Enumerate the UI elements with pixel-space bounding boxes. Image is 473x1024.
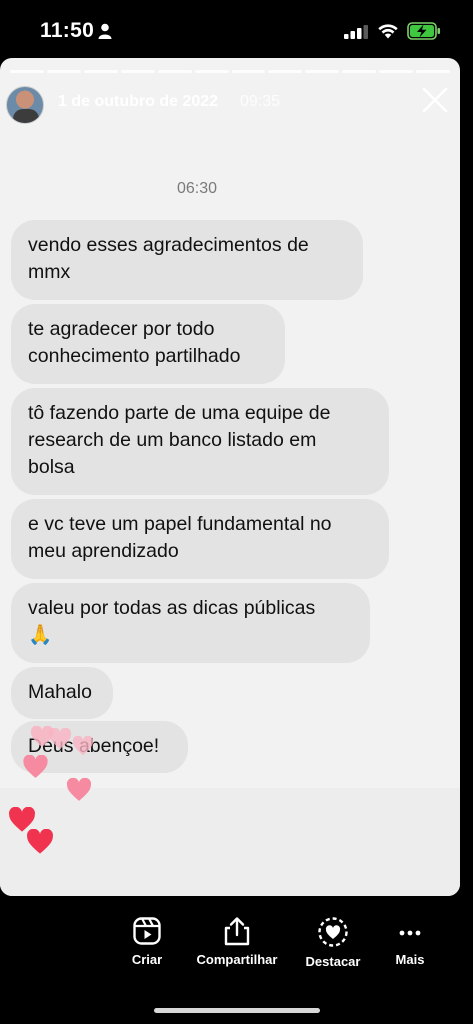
share-button[interactable]: Compartilhar xyxy=(192,916,282,967)
share-icon xyxy=(224,917,250,946)
message-bubble: e vc teve um papel fundamental no meu ap… xyxy=(11,499,389,579)
more-button[interactable]: Mais xyxy=(390,916,430,967)
message-bubble: valeu por todas as dicas públicas 🙏 xyxy=(11,583,370,663)
close-icon[interactable] xyxy=(421,86,449,114)
story-card: 1 de outubro de 2022 09:35 06:30 vendo e… xyxy=(0,58,460,896)
more-icon xyxy=(399,930,421,936)
story-toolbar: Criar Compartilhar Destacar Mais xyxy=(0,896,473,1024)
message-bubble: te agradecer por todo conhecimento parti… xyxy=(11,304,285,384)
person-icon xyxy=(98,23,112,39)
avatar[interactable] xyxy=(6,86,44,124)
message-bubble: tô fazendo parte de uma equipe de resear… xyxy=(11,388,389,495)
highlight-button[interactable]: Destacar xyxy=(300,916,366,969)
heart-icon xyxy=(48,728,72,749)
heart-icon xyxy=(72,736,94,756)
battery-charging-icon xyxy=(407,22,440,40)
create-button[interactable]: Criar xyxy=(127,916,167,967)
status-time: 11:50 xyxy=(40,19,95,42)
highlight-heart-icon xyxy=(318,917,348,947)
chat-timestamp: 06:30 xyxy=(176,180,218,197)
heart-icon xyxy=(66,778,92,801)
heart-icon xyxy=(23,755,48,778)
story-time: 09:35 xyxy=(240,93,281,110)
story-progress-bar xyxy=(10,70,451,73)
message-bubble: Mahalo xyxy=(11,667,113,719)
signal-icon xyxy=(344,25,368,39)
highlight-label: Destacar xyxy=(305,954,361,969)
reels-icon xyxy=(133,917,161,945)
heart-icon xyxy=(27,829,53,854)
create-label: Criar xyxy=(131,952,163,967)
story-date: 1 de outubro de 2022 xyxy=(58,93,219,110)
home-indicator[interactable] xyxy=(154,1008,320,1013)
message-bubble: vendo esses agradecimentos de mmx xyxy=(11,220,363,300)
wifi-icon xyxy=(378,24,398,39)
status-bar: 11:50 xyxy=(0,0,473,60)
story-background-lower xyxy=(0,788,460,896)
share-label: Compartilhar xyxy=(196,952,278,967)
more-label: Mais xyxy=(395,952,425,967)
